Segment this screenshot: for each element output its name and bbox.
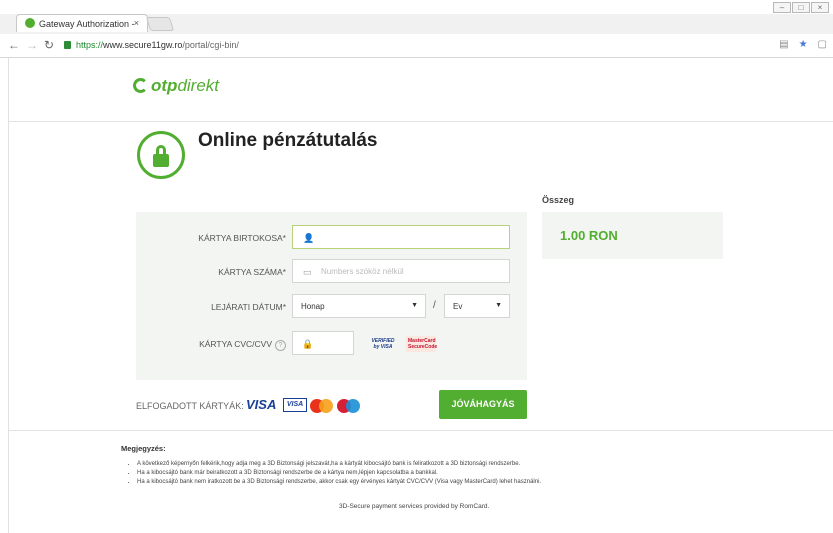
secure-lock-icon xyxy=(64,41,71,49)
header-divider xyxy=(9,121,833,122)
lock-icon: 🔒 xyxy=(302,339,314,349)
card-form: KÁRTYA BIRTOKOSA* 👤 KÁRTYA SZÁMA* ▭ Numb… xyxy=(136,212,527,380)
cvc-label-row: KÁRTYA CVC/CVV? xyxy=(136,339,286,351)
date-separator: / xyxy=(433,300,436,311)
note-item: Ha a kibocsájtó bank már beiratkozott a … xyxy=(137,470,777,476)
toolbar-actions: ▤ ★ ▢ xyxy=(779,39,827,50)
expiry-label: LEJÁRATI DÁTUM* xyxy=(211,302,286,312)
note-item: Ha a kibocsájtó bank nem iratkozott be a… xyxy=(137,479,777,485)
amount-label: Összeg xyxy=(542,195,575,205)
user-icon: 👤 xyxy=(303,233,315,243)
cvc-input[interactable]: 🔒 xyxy=(292,331,354,355)
amount-value: 1.00 RON xyxy=(560,228,618,243)
visa-electron-logo: VISA xyxy=(283,398,307,412)
extension-icon[interactable]: ▢ xyxy=(818,39,827,50)
maximize-icon[interactable]: □ xyxy=(792,2,810,13)
minimize-icon[interactable]: – xyxy=(773,2,791,13)
window-controls: – □ × xyxy=(773,2,829,13)
card-number-input[interactable]: ▭ Numbers szóköz nélkül xyxy=(292,259,510,283)
otp-favicon-icon xyxy=(25,18,35,28)
verified-by-visa-logo: VERIFIED by VISA xyxy=(371,338,395,350)
bookmark-star-icon[interactable]: ★ xyxy=(799,39,808,50)
padlock-icon xyxy=(137,131,185,179)
help-icon[interactable]: ? xyxy=(275,340,286,351)
credit-card-icon: ▭ xyxy=(303,267,312,277)
year-value: Ev xyxy=(453,302,463,311)
tab-title: Gateway Authorization - xyxy=(39,19,135,29)
cvc-label: KÁRTYA CVC/CVV xyxy=(199,339,272,349)
expiry-year-select[interactable]: Ev ▼ xyxy=(444,294,510,318)
approve-button[interactable]: JÓVÁHAGYÁS xyxy=(439,390,527,419)
address-bar[interactable]: https://www.secure11gw.ro/portal/cgi-bin… xyxy=(64,37,794,55)
month-value: Honap xyxy=(301,302,325,311)
page-title: Online pénzátutalás xyxy=(198,130,378,151)
expiry-month-select[interactable]: Honap ▼ xyxy=(292,294,426,318)
browser-toolbar: ← → ↻ https://www.secure11gw.ro/portal/c… xyxy=(0,34,833,58)
mastercard-securecode-logo: MasterCard SecureCode xyxy=(406,336,438,352)
notes-list: A következő képernyőn felkérik,hogy adja… xyxy=(137,461,777,488)
chevron-down-icon: ▼ xyxy=(495,302,502,309)
card-number-placeholder: Numbers szóköz nélkül xyxy=(321,267,404,276)
page-content: otpdirekt Online pénzátutalás Összeg 1.0… xyxy=(8,58,833,533)
footer-divider xyxy=(9,430,833,431)
back-icon[interactable]: ← xyxy=(8,38,20,52)
maestro-logo xyxy=(337,399,362,413)
url-scheme: https:// xyxy=(76,40,104,50)
note-title: Megjegyzés: xyxy=(121,444,166,453)
new-tab-button[interactable] xyxy=(145,17,175,31)
url-host: www.secure11gw.ro xyxy=(103,40,183,50)
otp-logo-mark-icon xyxy=(133,78,148,93)
note-item: A következő képernyőn felkérik,hogy adja… xyxy=(137,461,777,467)
forward-icon[interactable]: → xyxy=(26,38,38,52)
window-top-strip xyxy=(0,0,833,14)
chevron-down-icon: ▼ xyxy=(411,302,418,309)
amount-box: 1.00 RON xyxy=(542,212,723,259)
url-path: /portal/cgi-bin/ xyxy=(182,40,239,50)
number-label: KÁRTYA SZÁMA* xyxy=(218,267,286,277)
card-holder-input[interactable]: 👤 xyxy=(292,225,510,249)
reload-icon[interactable]: ↻ xyxy=(44,38,54,52)
otpdirekt-logo: otpdirekt xyxy=(133,76,219,96)
browser-tab[interactable]: Gateway Authorization - × xyxy=(16,14,148,32)
brand-bold: otp xyxy=(151,76,178,95)
brand-rest: direkt xyxy=(177,76,220,95)
footer-text: 3D-Secure payment services provided by R… xyxy=(339,503,490,510)
translate-icon[interactable]: ▤ xyxy=(779,39,788,50)
holder-label: KÁRTYA BIRTOKOSA* xyxy=(198,233,286,243)
visa-logo: VISA xyxy=(246,397,277,412)
tab-close-icon[interactable]: × xyxy=(134,18,139,28)
close-window-icon[interactable]: × xyxy=(811,2,829,13)
mastercard-logo xyxy=(310,399,335,413)
accepted-cards-label: ELFOGADOTT KÁRTYÁK: xyxy=(136,401,244,411)
